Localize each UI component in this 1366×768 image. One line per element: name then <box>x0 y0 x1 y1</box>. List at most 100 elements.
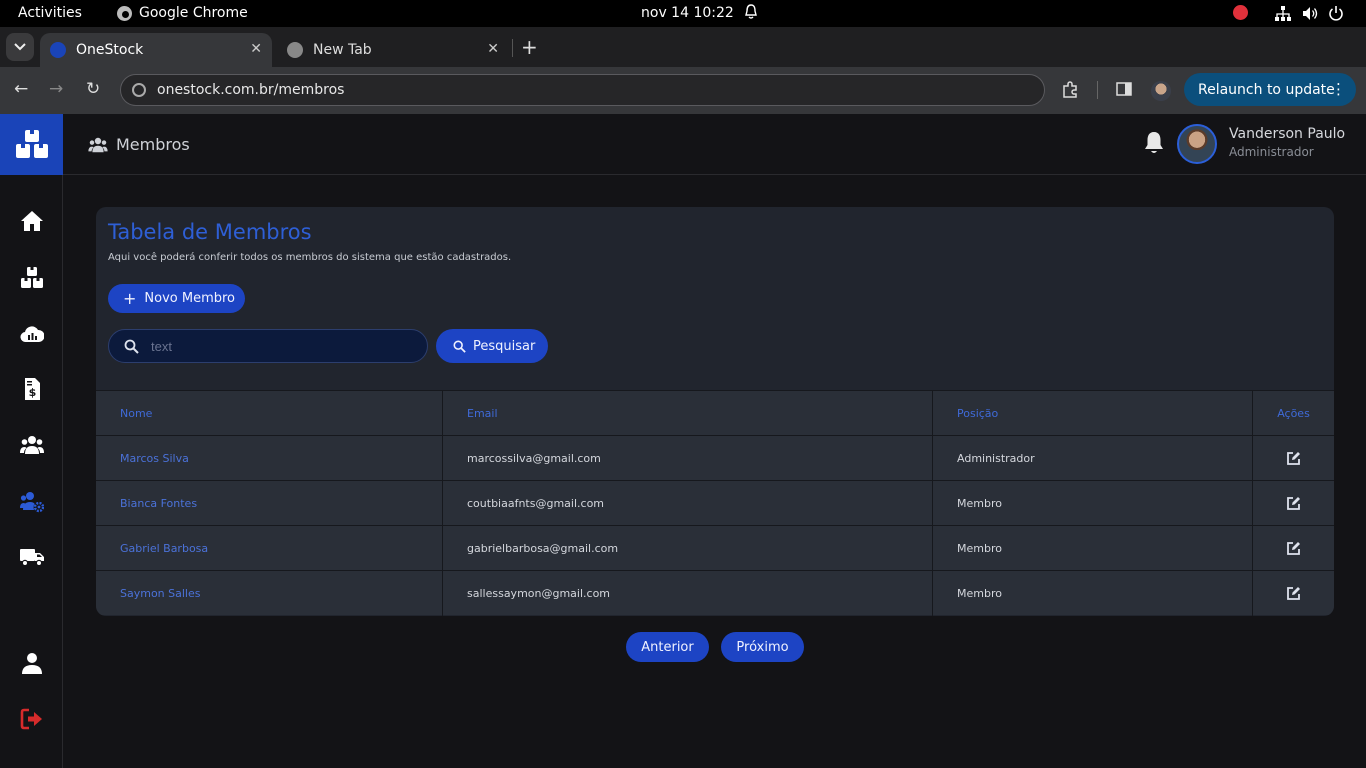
member-name: Marcos Silva <box>120 452 189 465</box>
chrome-favicon <box>287 42 303 58</box>
tab-title: New Tab <box>313 42 372 58</box>
member-position: Administrador <box>932 436 1252 481</box>
member-name: Gabriel Barbosa <box>120 542 209 555</box>
relaunch-button[interactable]: Relaunch to update ⋮ <box>1184 73 1356 106</box>
card-title: Tabela de Membros <box>108 220 312 244</box>
sidebar-item-logout[interactable] <box>0 699 63 739</box>
tab-search-button[interactable] <box>6 33 34 61</box>
reload-icon[interactable]: ↻ <box>86 79 100 99</box>
site-info-icon[interactable] <box>132 83 146 97</box>
user-avatar[interactable] <box>1177 124 1217 164</box>
tab-new-tab[interactable]: New Tab ✕ <box>277 33 509 67</box>
users-icon <box>88 137 108 152</box>
search-icon <box>453 340 466 353</box>
column-header-name[interactable]: Nome <box>96 391 442 436</box>
sidebar: $ <box>0 175 63 768</box>
edit-icon <box>1287 542 1300 555</box>
edit-icon <box>1287 452 1300 465</box>
sidebar-item-reports[interactable] <box>0 314 63 354</box>
table-header-row: Nome Email Posição Ações <box>96 390 1334 436</box>
app-name: Google Chrome <box>139 5 248 21</box>
chrome-icon <box>117 5 132 21</box>
edit-button[interactable] <box>1283 493 1305 515</box>
address-bar[interactable]: onestock.com.br/membros <box>120 74 1045 106</box>
app-menu[interactable]: Google Chrome <box>117 5 248 21</box>
tab-strip: OneStock ✕ New Tab ✕ + <box>0 27 1366 67</box>
previous-page-button[interactable]: Anterior <box>626 632 709 662</box>
member-name: Saymon Salles <box>120 587 201 600</box>
member-name: Bianca Fontes <box>120 497 198 510</box>
table-row: Bianca Fontes coutbiaafnts@gmail.com Mem… <box>96 480 1334 526</box>
members-table: Nome Email Posição Ações Marcos Silva ma… <box>96 390 1334 616</box>
app-logo[interactable] <box>0 114 63 175</box>
more-vert-icon[interactable]: ⋮ <box>1331 80 1346 98</box>
column-header-actions: Ações <box>1252 391 1334 436</box>
tab-divider <box>512 39 513 57</box>
extensions-icon[interactable] <box>1062 81 1080 99</box>
sidebar-item-profile[interactable] <box>0 643 63 683</box>
page-heading: Membros <box>88 135 190 154</box>
close-icon[interactable]: ✕ <box>487 41 499 57</box>
users-icon <box>19 436 44 454</box>
edit-button[interactable] <box>1283 583 1305 605</box>
member-email: sallessaymon@gmail.com <box>442 571 932 616</box>
sidebar-item-clients[interactable] <box>0 425 63 465</box>
user-name: Vanderson Paulo <box>1229 126 1346 142</box>
sidebar-item-invoices[interactable]: $ <box>0 369 63 409</box>
sidebar-item-products[interactable] <box>0 258 63 298</box>
edit-button[interactable] <box>1283 448 1305 470</box>
profile-avatar[interactable] <box>1151 81 1171 101</box>
member-email: coutbiaafnts@gmail.com <box>442 481 932 526</box>
clock[interactable]: nov 14 10:22 <box>641 5 734 21</box>
cloud-chart-icon <box>19 326 44 343</box>
activities-button[interactable]: Activities <box>18 5 82 21</box>
table-row: Saymon Salles sallessaymon@gmail.com Mem… <box>96 570 1334 616</box>
side-panel-icon[interactable] <box>1116 81 1132 97</box>
search-button-label: Pesquisar <box>473 338 536 354</box>
alarm-icon <box>745 4 757 19</box>
edit-icon <box>1287 587 1300 600</box>
table-row: Marcos Silva marcossilva@gmail.com Admin… <box>96 435 1334 481</box>
user-role: Administrador <box>1229 145 1314 159</box>
volume-icon <box>1303 7 1318 20</box>
search-icon <box>124 339 139 354</box>
close-icon[interactable]: ✕ <box>250 41 262 57</box>
notification-bell-icon[interactable] <box>1143 131 1165 155</box>
column-header-position[interactable]: Posição <box>932 391 1252 436</box>
search-button[interactable]: Pesquisar <box>436 329 548 363</box>
home-icon <box>20 211 43 231</box>
column-header-email[interactable]: Email <box>442 391 932 436</box>
user-icon <box>21 653 42 674</box>
do-not-disturb-icon <box>1233 5 1248 20</box>
toolbar-divider <box>1097 81 1098 99</box>
search-field[interactable] <box>108 329 428 363</box>
edit-button[interactable] <box>1283 538 1305 560</box>
members-card: Tabela de Membros Aqui você poderá confe… <box>96 207 1334 616</box>
member-position: Membro <box>932 481 1252 526</box>
sidebar-item-home[interactable] <box>0 201 63 241</box>
back-arrow-icon[interactable]: ← <box>14 79 28 99</box>
forward-arrow-icon[interactable]: → <box>49 79 63 99</box>
boxes-icon <box>20 267 43 288</box>
search-input[interactable] <box>151 338 401 354</box>
truck-icon <box>19 549 44 567</box>
tab-title: OneStock <box>76 42 144 58</box>
tab-onestock[interactable]: OneStock ✕ <box>40 33 272 67</box>
onestock-favicon <box>50 42 66 58</box>
invoice-icon: $ <box>24 378 40 400</box>
relaunch-label: Relaunch to update <box>1198 81 1335 98</box>
member-email: marcossilva@gmail.com <box>442 436 932 481</box>
new-tab-button[interactable]: + <box>521 35 538 59</box>
sidebar-item-members[interactable] <box>0 481 63 521</box>
url-text: onestock.com.br/membros <box>157 82 345 98</box>
app-header: Membros Vanderson Paulo Administrador <box>63 114 1366 175</box>
next-page-button[interactable]: Próximo <box>721 632 804 662</box>
plus-icon: + <box>123 288 137 308</box>
power-icon <box>1329 6 1343 21</box>
browser-toolbar: ← → ↻ onestock.com.br/membros Relaunch t… <box>0 67 1366 114</box>
new-member-button[interactable]: + Novo Membro <box>108 284 245 313</box>
sidebar-item-suppliers[interactable] <box>0 537 63 577</box>
logout-icon <box>20 708 42 730</box>
os-top-bar: Activities Google Chrome nov 14 10:22 <box>0 0 1366 27</box>
chevron-down-icon <box>14 43 26 51</box>
